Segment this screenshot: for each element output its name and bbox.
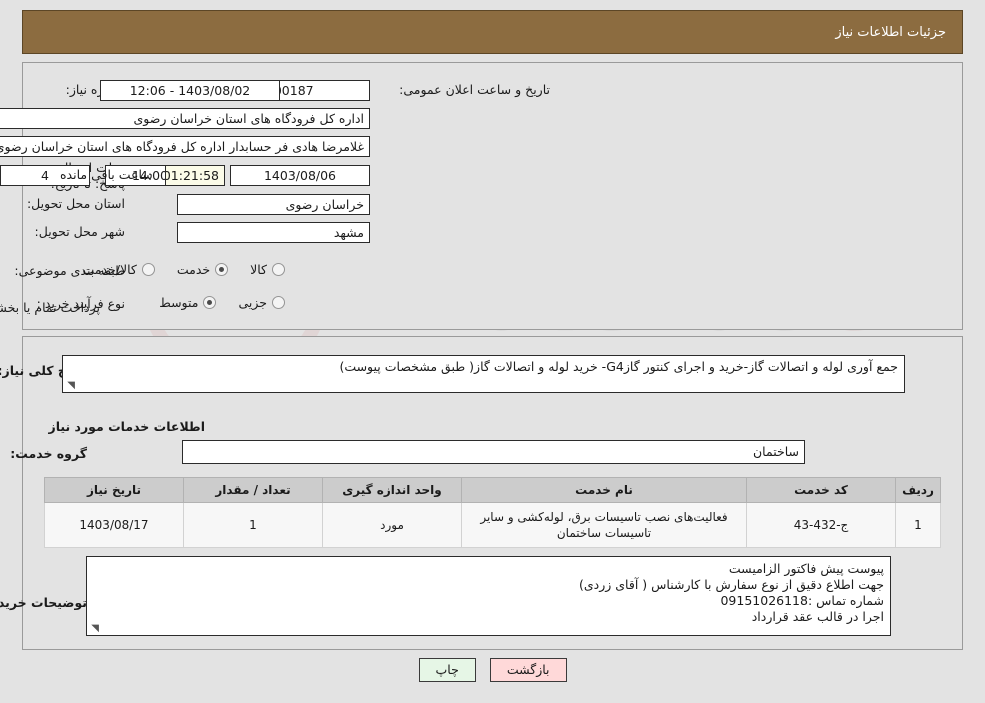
process-option-label: جزیی <box>238 295 267 310</box>
services-table: ردیف کد خدمت نام خدمت واحد اندازه گیری ت… <box>44 477 941 548</box>
services-section-title: اطلاعات خدمات مورد نیاز <box>48 419 206 434</box>
resize-grip-icon[interactable]: ◥ <box>89 624 99 634</box>
col-header-row-no: ردیف <box>895 477 941 503</box>
category-option-kala[interactable]: کالا <box>228 262 285 277</box>
province-row: استان محل تحویل: <box>27 196 125 211</box>
page-root: AriaTender .net جزئیات اطلاعات نیاز شمار… <box>0 0 985 703</box>
cell-quantity: 1 <box>183 502 323 548</box>
category-option-label: کالا <box>250 262 267 277</box>
back-button[interactable]: بازگشت <box>489 658 567 682</box>
remaining-label: ساعت باقی مانده <box>60 167 153 182</box>
announce-datetime-value: 1403/08/02 - 12:06 <box>100 80 280 101</box>
city-value: مشهد <box>177 222 370 243</box>
buyer-note-line: شماره تماس :09151026118 <box>720 593 884 608</box>
col-header-need-date: تاریخ نیاز <box>44 477 184 503</box>
table-row: 1 ج-432-43 فعالیت‌های نصب تاسیسات برق، ل… <box>44 502 941 548</box>
buyer-note-line: اجرا در قالب عقد قرارداد <box>751 609 884 624</box>
announce-datetime-label: تاریخ و ساعت اعلان عمومی: <box>399 82 550 97</box>
table-header-row: ردیف کد خدمت نام خدمت واحد اندازه گیری ت… <box>44 477 941 503</box>
description-value: جمع آوری لوله و اتصالات گاز-خرید و اجرای… <box>339 359 898 374</box>
category-option-khedmat[interactable]: خدمت <box>155 262 229 277</box>
city-label: شهر محل تحویل: <box>34 224 125 239</box>
col-header-unit: واحد اندازه گیری <box>322 477 462 503</box>
cell-service-name: فعالیت‌های نصب تاسیسات برق، لوله‌کشی و س… <box>461 502 747 548</box>
process-option-label: متوسط <box>159 295 199 310</box>
buyer-notes-textarea[interactable]: پیوست پیش فاکتور الزامیست جهت اطلاع دقیق… <box>86 556 891 636</box>
service-group-value[interactable]: ساختمان <box>182 440 805 464</box>
category-option-label: خدمت <box>176 262 211 277</box>
action-button-bar: بازگشت چاپ <box>0 658 985 682</box>
buyer-notes-label: توضیحات خریدار; <box>0 595 87 610</box>
announce-datetime-row: تاریخ و ساعت اعلان عمومی: <box>399 82 550 97</box>
cell-unit: مورد <box>322 502 462 548</box>
radio-kala-icon[interactable] <box>272 263 285 276</box>
province-value: خراسان رضوی <box>177 194 370 215</box>
services-table-wrap: ردیف کد خدمت نام خدمت واحد اندازه گیری ت… <box>44 477 941 548</box>
need-info-panel <box>22 62 963 330</box>
category-option-kala-khedmat[interactable]: کالا/خدمت <box>60 262 155 277</box>
radio-motavaset-icon[interactable] <box>203 296 217 309</box>
category-radio-group[interactable]: کالا خدمت کالا/خدمت <box>60 262 285 277</box>
process-radio-group[interactable]: جزیی متوسط <box>137 295 285 310</box>
process-option-jozii[interactable]: جزیی <box>216 295 285 310</box>
deadline-date-value: 1403/08/06 <box>230 165 370 186</box>
buyer-org-value: اداره کل فرودگاه های استان خراسان رضوی <box>0 108 370 129</box>
city-row: شهر محل تحویل: <box>35 224 125 239</box>
process-option-motavaset[interactable]: متوسط <box>137 295 217 310</box>
cell-row-no: 1 <box>895 502 941 548</box>
col-header-service-code: کد خدمت <box>746 477 896 503</box>
radio-kala-khedmat-icon[interactable] <box>141 263 155 276</box>
province-label: استان محل تحویل: <box>26 196 125 211</box>
countdown-timer: 01:21:58 <box>165 165 225 186</box>
category-option-label: کالا/خدمت <box>82 262 137 277</box>
resize-grip-icon[interactable]: ◥ <box>65 381 75 391</box>
col-header-quantity: تعداد / مقدار <box>183 477 323 503</box>
cell-service-code: ج-432-43 <box>746 502 896 548</box>
radio-jozii-icon[interactable] <box>272 296 285 309</box>
requester-value: غلامرضا هادی فر حسابدار اداره کل فرودگاه… <box>0 136 370 157</box>
buyer-note-line: پیوست پیش فاکتور الزامیست <box>728 561 884 576</box>
col-header-service-name: نام خدمت <box>461 477 747 503</box>
description-textarea[interactable]: جمع آوری لوله و اتصالات گاز-خرید و اجرای… <box>62 355 905 393</box>
service-group-label: گروه خدمت: <box>10 446 87 461</box>
page-title: جزئیات اطلاعات نیاز <box>835 24 946 40</box>
radio-khedmat-icon[interactable] <box>215 263 229 276</box>
cell-need-date: 1403/08/17 <box>44 502 184 548</box>
print-button[interactable]: چاپ <box>418 658 476 682</box>
buyer-note-line: جهت اطلاع دقیق از نوع سفارش با کارشناس (… <box>579 577 884 592</box>
page-header: جزئیات اطلاعات نیاز <box>22 10 963 54</box>
